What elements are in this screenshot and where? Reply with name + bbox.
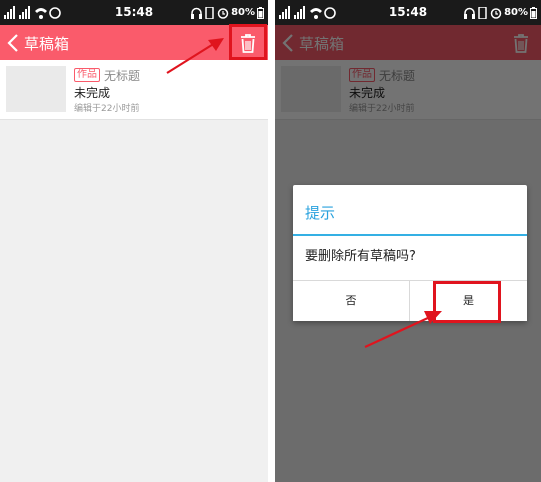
alarm-icon xyxy=(490,7,502,19)
headset-icon xyxy=(191,7,203,19)
alarm-icon xyxy=(217,7,229,19)
status-right-icons: 80% xyxy=(464,6,537,19)
draft-edited-time: 编辑于22小时前 xyxy=(74,104,140,114)
draft-tag: 作品 xyxy=(74,68,100,82)
headset-icon xyxy=(464,7,476,19)
phone-screen-drafts: 15:48 80% 草稿箱 作品 无标题 未完成 编辑于22小时前 xyxy=(0,0,268,482)
status-bar: 15:48 80% xyxy=(0,0,268,25)
page-title: 草稿箱 xyxy=(24,35,70,53)
highlight-trash xyxy=(229,24,267,60)
battery-icon xyxy=(530,6,537,19)
vibrate-icon xyxy=(478,6,487,19)
dialog-title-divider xyxy=(293,234,527,236)
phone-screen-dialog: 15:48 80% 草稿箱 作品 无标题 未完成 编辑于22小时前 提示 要删除… xyxy=(275,0,541,482)
status-bar: 15:48 80% xyxy=(275,0,541,25)
draft-status: 未完成 xyxy=(74,86,111,100)
battery-percent: 80% xyxy=(231,7,255,18)
dialog-message: 要删除所有草稿吗? xyxy=(305,249,416,264)
arrow-to-trash xyxy=(166,38,224,74)
battery-icon xyxy=(257,6,264,19)
status-right-icons: 80% xyxy=(191,6,264,19)
arrow-to-confirm xyxy=(364,311,442,348)
chevron-left-icon[interactable] xyxy=(6,33,20,53)
dialog-title: 提示 xyxy=(305,204,336,222)
draft-title: 无标题 xyxy=(104,69,141,83)
battery-percent: 80% xyxy=(504,7,528,18)
vibrate-icon xyxy=(205,6,214,19)
draft-thumbnail xyxy=(6,66,66,112)
